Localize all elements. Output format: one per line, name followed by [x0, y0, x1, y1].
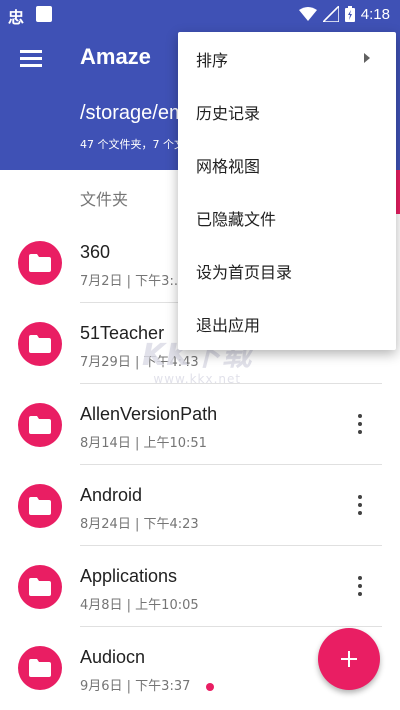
- menu-item-grid-view[interactable]: 网格视图: [178, 138, 396, 191]
- section-header-folders: 文件夹: [80, 190, 129, 209]
- file-name: Applications: [80, 566, 178, 586]
- menu-item-sort[interactable]: 排序: [178, 32, 396, 85]
- menu-item-set-home[interactable]: 设为首页目录: [178, 244, 396, 297]
- add-button[interactable]: [318, 628, 380, 690]
- menu-item-label: 已隐藏文件: [196, 209, 277, 229]
- plus-icon: [341, 651, 357, 667]
- folder-icon: [18, 646, 62, 690]
- battery-icon: [344, 6, 355, 22]
- status-icons: 4:18: [298, 4, 390, 24]
- more-vert-icon[interactable]: [350, 572, 370, 600]
- touch-indicator: [206, 683, 214, 691]
- file-name: Audiocn: [80, 647, 146, 667]
- menu-item-label: 退出应用: [196, 315, 261, 335]
- menu-item-label: 排序: [196, 50, 229, 70]
- notification-square-icon: [36, 6, 52, 22]
- menu-item-label: 历史记录: [196, 103, 261, 123]
- file-meta: 8月24日 | 下午4:23: [80, 517, 199, 532]
- status-time: 4:18: [360, 5, 390, 23]
- app-title: Amaze: [80, 44, 151, 69]
- file-meta: 8月14日 | 上午10:51: [80, 436, 207, 451]
- watermark-url: www.kkx.net: [153, 372, 242, 386]
- file-meta: 4月8日 | 上午10:05: [80, 598, 199, 613]
- status-bar: 忠 4:18: [0, 0, 400, 28]
- wifi-icon: [298, 7, 317, 21]
- menu-item-hidden-files[interactable]: 已隐藏文件: [178, 191, 396, 244]
- file-meta: 9月6日 | 下午3:37: [80, 679, 191, 694]
- more-vert-icon[interactable]: [350, 491, 370, 519]
- folder-icon: [18, 241, 62, 285]
- hamburger-icon[interactable]: [20, 50, 42, 68]
- more-vert-icon[interactable]: [350, 410, 370, 438]
- signal-icon: [322, 6, 339, 22]
- submenu-arrow-icon: [364, 53, 370, 63]
- folder-icon: [18, 403, 62, 447]
- file-meta: 7月2日 | 下午3:...: [80, 274, 187, 289]
- file-name: AllenVersionPath: [80, 404, 218, 424]
- menu-item-label: 设为首页目录: [196, 262, 293, 282]
- menu-item-history[interactable]: 历史记录: [178, 85, 396, 138]
- folder-icon: [18, 565, 62, 609]
- folder-icon: [18, 322, 62, 366]
- notification-app-icon: 忠: [8, 8, 25, 27]
- menu-item-label: 网格视图: [196, 156, 261, 176]
- menu-item-exit[interactable]: 退出应用: [178, 297, 396, 350]
- list-item[interactable]: AllenVersionPath 8月14日 | 上午10:51: [0, 384, 400, 465]
- file-name: Android: [80, 485, 143, 505]
- list-item[interactable]: Applications 4月8日 | 上午10:05: [0, 546, 400, 627]
- folder-icon: [18, 484, 62, 528]
- file-name: 360: [80, 242, 111, 262]
- overflow-menu: 排序 历史记录 网格视图 已隐藏文件 设为首页目录 退出应用: [178, 32, 396, 350]
- list-item[interactable]: Android 8月24日 | 下午4:23: [0, 465, 400, 546]
